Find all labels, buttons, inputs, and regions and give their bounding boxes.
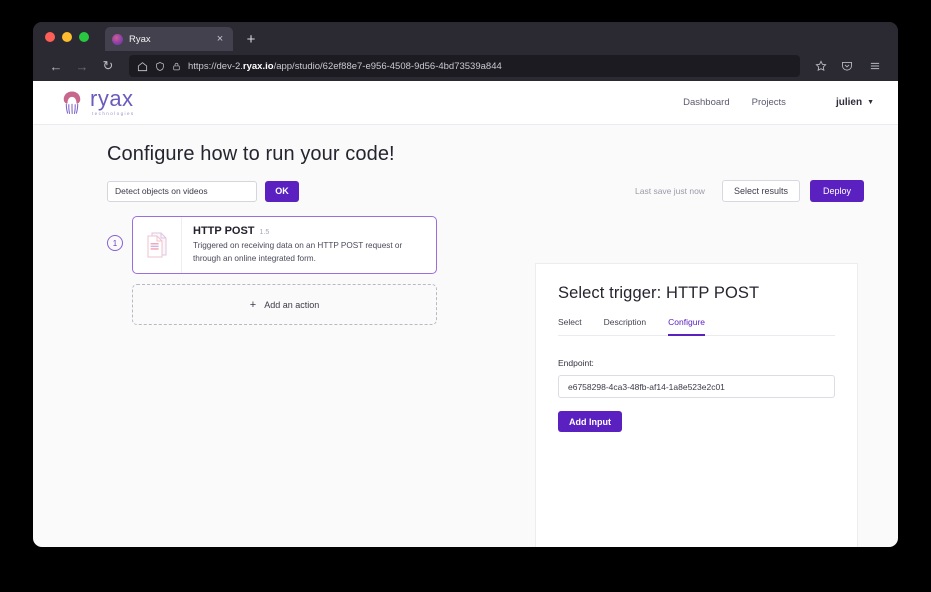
close-window-button[interactable] xyxy=(45,32,55,42)
workflow-name-input[interactable] xyxy=(107,181,257,202)
forward-icon[interactable]: → xyxy=(69,55,95,77)
node-icon-wrap xyxy=(133,217,182,273)
hamburger-menu-icon[interactable] xyxy=(862,55,888,77)
node-body: HTTP POST 1.5 Triggered on receiving dat… xyxy=(182,217,428,273)
panel-tabs: Select Description Configure xyxy=(558,317,835,336)
logo-wordmark: ryax xyxy=(90,88,135,110)
page-title: Configure how to run your code! xyxy=(107,143,864,166)
ryax-favicon-icon xyxy=(112,34,123,45)
ryax-logo[interactable]: ryax technologies xyxy=(59,88,135,117)
tab-select[interactable]: Select xyxy=(558,317,582,336)
logo-tagline: technologies xyxy=(92,112,135,117)
toolbar-right-icons xyxy=(834,55,888,77)
jellyfish-logo-icon xyxy=(59,89,85,117)
chevron-down-icon: ▼ xyxy=(867,99,874,106)
nav-link-dashboard[interactable]: Dashboard xyxy=(683,97,729,108)
select-results-button[interactable]: Select results xyxy=(722,180,800,202)
pocket-icon[interactable] xyxy=(834,55,860,77)
address-bar[interactable]: https://dev-2.ryax.io/app/studio/62ef88e… xyxy=(129,55,800,77)
node-title-row: HTTP POST 1.5 xyxy=(193,225,418,237)
lock-icon[interactable] xyxy=(172,61,181,72)
document-icon xyxy=(145,231,169,259)
node-version: 1.5 xyxy=(260,229,270,236)
window-controls xyxy=(43,22,99,51)
add-action-label: Add an action xyxy=(264,300,319,310)
site-header: ryax technologies Dashboard Projects jul… xyxy=(33,81,898,125)
endpoint-input[interactable] xyxy=(558,375,835,398)
maximize-window-button[interactable] xyxy=(79,32,89,42)
last-save-status: Last save just now xyxy=(635,186,705,196)
browser-navbar: ← → ↻ https://dev-2.ryax.io/app/studio/6… xyxy=(33,51,898,81)
add-action-button[interactable]: + Add an action xyxy=(132,284,437,325)
step-number-badge: 1 xyxy=(107,235,123,251)
trigger-config-panel: Select trigger: HTTP POST Select Descrip… xyxy=(535,263,858,547)
workflow-canvas: 1 xyxy=(107,216,437,325)
trigger-node-card[interactable]: HTTP POST 1.5 Triggered on receiving dat… xyxy=(132,216,437,274)
tab-title: Ryax xyxy=(129,34,208,45)
tab-configure[interactable]: Configure xyxy=(668,317,705,336)
home-icon[interactable] xyxy=(137,61,148,72)
tab-description[interactable]: Description xyxy=(604,317,647,336)
node-description: Triggered on receiving data on an HTTP P… xyxy=(193,240,418,265)
workflow-step[interactable]: 1 xyxy=(107,216,437,274)
new-tab-button[interactable]: + xyxy=(243,31,259,48)
plus-icon: + xyxy=(250,299,256,311)
close-tab-icon[interactable]: × xyxy=(214,34,226,45)
add-input-button[interactable]: Add Input xyxy=(558,411,622,432)
browser-tabstrip: Ryax × + xyxy=(33,22,898,51)
node-title: HTTP POST xyxy=(193,225,255,237)
bookmark-star-icon[interactable] xyxy=(808,55,834,77)
endpoint-label: Endpoint: xyxy=(558,358,835,368)
user-menu[interactable]: julien ▼ xyxy=(836,97,874,108)
logo-text: ryax technologies xyxy=(90,88,135,117)
user-name: julien xyxy=(836,97,862,108)
toolbar-right: Last save just now Select results Deploy xyxy=(635,180,864,202)
nav-link-projects[interactable]: Projects xyxy=(752,97,786,108)
deploy-button[interactable]: Deploy xyxy=(810,180,864,202)
browser-tab[interactable]: Ryax × xyxy=(105,27,233,51)
url-text: https://dev-2.ryax.io/app/studio/62ef88e… xyxy=(188,61,502,72)
page-viewport: ryax technologies Dashboard Projects jul… xyxy=(33,81,898,547)
header-nav: Dashboard Projects julien ▼ xyxy=(683,97,874,108)
workflow-toolbar: OK Last save just now Select results Dep… xyxy=(107,180,864,202)
panel-title: Select trigger: HTTP POST xyxy=(558,284,835,303)
shield-icon[interactable] xyxy=(155,61,165,72)
browser-window: Ryax × + ← → ↻ xyxy=(33,22,898,547)
reload-icon[interactable]: ↻ xyxy=(95,55,121,77)
minimize-window-button[interactable] xyxy=(62,32,72,42)
ok-button[interactable]: OK xyxy=(265,181,299,202)
back-icon[interactable]: ← xyxy=(43,55,69,77)
